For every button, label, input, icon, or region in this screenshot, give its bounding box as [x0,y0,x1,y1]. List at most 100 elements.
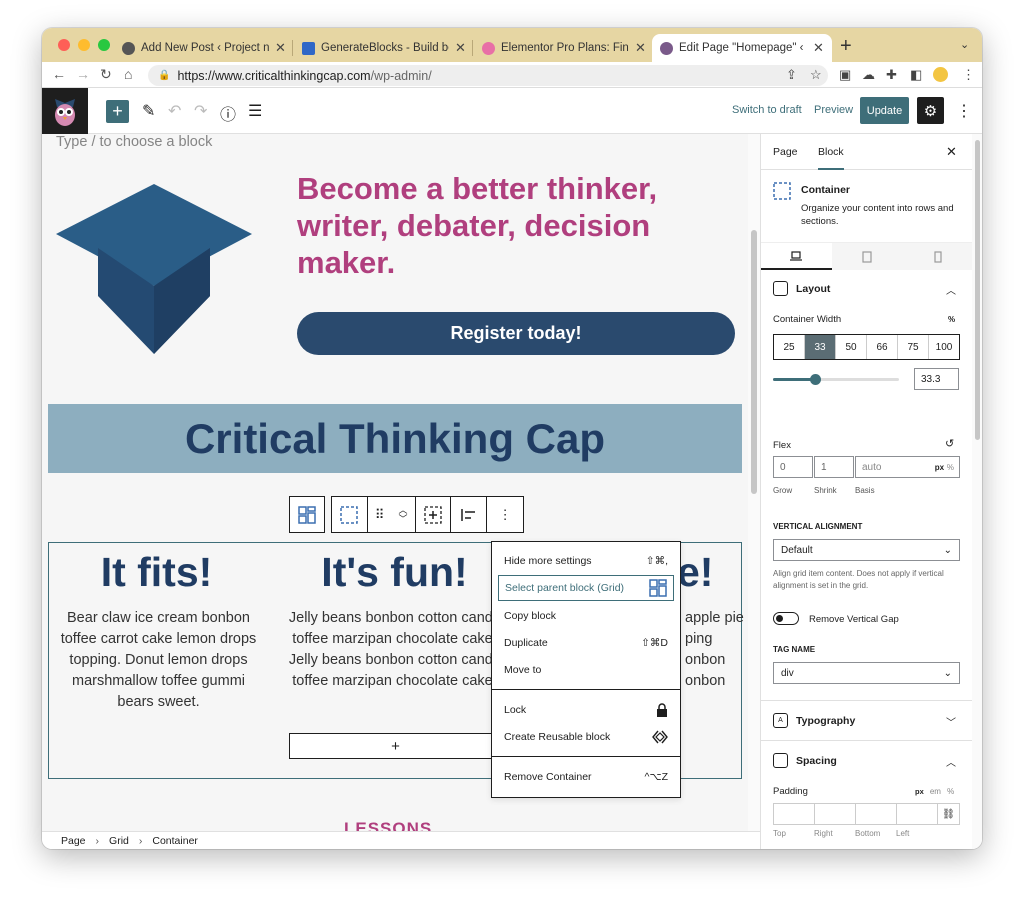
grid-column[interactable]: It fits! Bear claw ice cream bonbon toff… [42,543,274,713]
menu-item-copy-block[interactable]: Copy block [498,603,674,629]
width-option-50[interactable]: 50 [836,335,867,359]
width-slider-thumb[interactable] [809,374,821,385]
container-width-input[interactable]: 33.3 [914,368,959,390]
site-logo[interactable] [42,88,88,134]
sidepanel-icon[interactable]: ◧ [910,67,922,83]
preview-button[interactable]: Preview [814,104,853,116]
menu-item-duplicate[interactable]: Duplicate ⇧⌘D [498,630,674,656]
add-inner-block-icon[interactable] [416,497,452,532]
undo-icon[interactable]: ↶ [168,101,181,121]
menu-item-create-reusable[interactable]: Create Reusable block [498,724,674,750]
drag-handle-icon[interactable]: ⠿ [375,507,385,523]
column-heading[interactable]: It fits! [42,547,274,597]
zoom-window-button[interactable] [98,39,110,51]
grid-column-selected[interactable]: It's fun! Jelly beans bonbon cotton cand… [277,543,512,692]
settings-gear-icon[interactable]: ⚙ [917,97,944,124]
menu-item-lock[interactable]: Lock [498,697,674,723]
width-option-75[interactable]: 75 [898,335,929,359]
flex-basis-input[interactable]: auto px % [855,456,960,478]
flex-shrink-input[interactable]: 1 [814,456,854,478]
breadcrumb-container[interactable]: Container [152,835,198,847]
browser-tab[interactable]: Add New Post ‹ Project notes ✕ [114,34,294,62]
minimize-window-button[interactable] [78,39,90,51]
width-option-25[interactable]: 25 [774,335,805,359]
close-tab-icon[interactable]: ✕ [635,40,646,56]
vertical-alignment-select[interactable]: Default ⌄ [773,539,960,561]
list-view-icon[interactable]: ☰ [248,101,262,121]
width-option-100[interactable]: 100 [929,335,959,359]
browser-tab[interactable]: Elementor Pro Plans: Find The ✕ [474,34,654,62]
close-tab-icon[interactable]: ✕ [813,40,824,56]
mobile-icon[interactable] [902,243,974,270]
typography-panel[interactable]: A Typography ﹀ [761,701,973,741]
breadcrumb-page[interactable]: Page [61,835,86,847]
column-heading[interactable]: e! [677,547,744,597]
update-button[interactable]: Update [860,97,909,124]
layout-panel-toggle[interactable]: Layout [773,281,830,296]
forward-icon[interactable]: → [76,66,90,82]
align-left-icon[interactable] [451,497,488,532]
profile-avatar[interactable] [933,67,948,82]
flex-grow-input[interactable]: 0 [773,456,813,478]
reload-icon[interactable]: ↻ [100,66,112,83]
menu-item-hide-more-settings[interactable]: Hide more settings ⇧⌘, [498,548,674,574]
more-options-icon[interactable]: ⋮ [487,497,523,532]
spacing-panel-toggle[interactable]: Spacing [773,753,837,768]
browser-tab[interactable]: GenerateBlocks - Build better ✕ [294,34,474,62]
chevron-down-icon[interactable]: ﹀ [946,714,956,729]
address-bar[interactable]: 🔒 https://www.criticalthinkingcap.com/wp… [148,65,828,86]
close-tab-icon[interactable]: ✕ [455,40,466,56]
container-block-icon[interactable] [332,497,368,532]
info-icon[interactable]: ⓘ [220,101,236,125]
padding-left-input[interactable] [897,803,938,825]
bookmark-star-icon[interactable]: ☆ [810,67,822,83]
padding-right-input[interactable] [815,803,856,825]
breadcrumb-grid[interactable]: Grid [109,835,129,847]
share-icon[interactable]: ⇪ [786,67,797,83]
unit-px[interactable]: px [935,463,944,472]
desktop-icon[interactable] [761,243,832,270]
lessons-heading[interactable]: LESSONS [344,819,432,831]
unit-percent[interactable]: % [947,787,954,796]
tablet-icon[interactable] [831,243,903,270]
menu-item-move-to[interactable]: Move to [498,657,674,683]
browser-tab-active[interactable]: Edit Page "Homepage" ‹ Critic ✕ [652,34,832,62]
edit-tool-icon[interactable]: ✎ [142,101,155,121]
unit-px[interactable]: px [915,787,924,796]
tab-search-chevron-icon[interactable]: ⌄ [960,38,969,51]
close-tab-icon[interactable]: ✕ [275,40,286,56]
padding-top-input[interactable] [773,803,815,825]
new-tab-button[interactable]: + [840,35,852,58]
reset-icon[interactable]: ↺ [945,437,954,450]
link-sides-icon[interactable]: ⛓ [938,803,960,825]
close-window-button[interactable] [58,39,70,51]
back-icon[interactable]: ← [52,66,66,82]
column-body[interactable]: Bear claw ice cream bonbon toffee carrot… [42,608,274,713]
tab-page[interactable]: Page [773,146,798,158]
home-icon[interactable]: ⌂ [124,66,132,82]
column-heading[interactable]: It's fun! [277,547,512,597]
cloud-icon[interactable]: ☁ [862,67,875,83]
block-placeholder[interactable]: Type / to choose a block [56,134,212,150]
unit-em[interactable]: em [930,787,941,796]
padding-bottom-input[interactable] [856,803,897,825]
tab-block[interactable]: Block [818,146,844,170]
chevron-up-icon[interactable]: ︿ [946,282,956,297]
menu-item-select-parent[interactable]: Select parent block (Grid) [498,575,674,601]
unit-percent[interactable]: % [947,463,954,472]
unit-label[interactable]: % [948,315,955,324]
width-option-66[interactable]: 66 [867,335,898,359]
typography-panel-toggle[interactable]: A Typography [773,713,855,728]
close-sidebar-icon[interactable]: ✕ [946,144,957,160]
tag-name-select[interactable]: div ⌄ [773,662,960,684]
width-slider-track[interactable] [773,374,899,385]
chevron-up-icon[interactable]: ︿ [946,754,956,769]
banner[interactable]: Critical Thinking Cap [48,404,742,473]
block-inserter-button[interactable]: + [106,100,129,123]
extension-icon[interactable]: ▣ [839,67,851,83]
register-button[interactable]: Register today! [297,312,735,355]
remove-gap-toggle[interactable] [773,612,799,625]
move-up-down-icon[interactable]: ︿ ﹀ [398,505,407,524]
browser-menu-icon[interactable]: ⋮ [962,67,975,83]
hero-headline[interactable]: Become a better thinker, writer, debater… [297,170,697,281]
